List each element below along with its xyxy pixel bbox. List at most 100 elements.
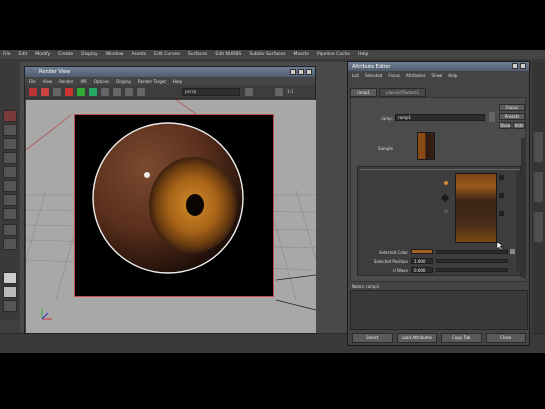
lasso-tool-icon[interactable] bbox=[3, 124, 17, 136]
rgb-channel-icon[interactable] bbox=[89, 88, 97, 96]
refresh-icon[interactable] bbox=[53, 88, 61, 96]
camera-dropdown[interactable]: persp bbox=[182, 88, 240, 96]
load-attributes-button[interactable]: Load Attributes bbox=[396, 333, 437, 343]
ramp-gradient[interactable] bbox=[455, 173, 497, 243]
ae-menu-help[interactable]: Help bbox=[448, 73, 457, 78]
ae-menu-list[interactable]: List bbox=[352, 73, 359, 78]
rv-menu-display[interactable]: Display bbox=[116, 79, 131, 84]
selected-position-slider[interactable] bbox=[436, 259, 508, 263]
redo-render-icon[interactable] bbox=[29, 88, 37, 96]
ramp-position-handle-icon[interactable] bbox=[444, 209, 448, 213]
menu-file[interactable]: File bbox=[3, 52, 11, 57]
u-wave-field[interactable]: 0.000 bbox=[411, 267, 433, 273]
ramp-delete-icon[interactable] bbox=[499, 211, 504, 216]
show-button[interactable]: Show bbox=[499, 122, 511, 129]
attribute-editor-buttons: Select Load Attributes Copy Tab Close bbox=[350, 333, 528, 343]
menu-edit-nurbs[interactable]: Edit NURBS bbox=[215, 52, 241, 57]
notes-field[interactable] bbox=[350, 290, 528, 330]
menu-subdiv-surfaces[interactable]: Subdiv Surfaces bbox=[249, 52, 285, 57]
menu-modify[interactable]: Modify bbox=[35, 52, 50, 57]
bottom-letterbox bbox=[0, 353, 545, 409]
selected-color-slider[interactable] bbox=[436, 250, 508, 254]
rv-menu-help[interactable]: Help bbox=[173, 79, 182, 84]
close-button[interactable]: Close bbox=[485, 333, 526, 343]
move-tool-icon[interactable] bbox=[3, 152, 17, 164]
navigate-arrows-icon[interactable] bbox=[489, 112, 495, 122]
layout-preset-icon[interactable] bbox=[3, 272, 17, 284]
hide-button[interactable]: Hide bbox=[513, 122, 525, 129]
ipr-icon[interactable] bbox=[41, 88, 49, 96]
paint-select-icon[interactable] bbox=[3, 138, 17, 150]
menu-assets[interactable]: Assets bbox=[131, 52, 146, 57]
copy-tab-button[interactable]: Copy Tab bbox=[441, 333, 482, 343]
rendered-image[interactable] bbox=[74, 114, 274, 297]
tool-settings-tab[interactable] bbox=[534, 212, 543, 242]
channel-box-tab[interactable] bbox=[534, 132, 543, 162]
selected-color-swatch[interactable] bbox=[411, 249, 433, 254]
keep-image-icon[interactable] bbox=[125, 88, 133, 96]
rotate-tool-icon[interactable] bbox=[3, 166, 17, 178]
ramp-delete-icon[interactable] bbox=[499, 193, 504, 198]
presets-button[interactable]: Presets bbox=[499, 113, 525, 120]
u-wave-slider[interactable] bbox=[436, 268, 508, 272]
last-tool-icon[interactable] bbox=[3, 208, 17, 220]
menu-surfaces[interactable]: Surfaces bbox=[188, 52, 208, 57]
snapshot-icon[interactable] bbox=[77, 88, 85, 96]
ae-menu-show[interactable]: Show bbox=[432, 73, 443, 78]
ae-menu-selected[interactable]: Selected bbox=[365, 73, 382, 78]
focus-button[interactable]: Focus bbox=[499, 104, 525, 111]
toolbox bbox=[0, 60, 20, 320]
dropdown-arrow-icon[interactable] bbox=[245, 88, 253, 96]
attribute-editor-tab[interactable] bbox=[534, 172, 543, 202]
ae-menu-attributes[interactable]: Attributes bbox=[406, 73, 426, 78]
attribute-editor-titlebar[interactable]: Attribute Editor bbox=[348, 62, 529, 71]
render-view-titlebar[interactable]: Render View bbox=[25, 67, 315, 77]
tab-place2dtexture1[interactable]: place2dTexture1 bbox=[379, 88, 427, 97]
layout-grid-icon[interactable] bbox=[3, 286, 17, 298]
attribute-scrollbar[interactable] bbox=[521, 138, 526, 278]
region-icon[interactable] bbox=[65, 88, 73, 96]
minimize-icon[interactable] bbox=[290, 69, 296, 75]
ae-close-icon[interactable] bbox=[520, 63, 526, 69]
menu-edit-curves[interactable]: Edit Curves bbox=[154, 52, 180, 57]
rv-menu-render[interactable]: Render bbox=[59, 79, 73, 84]
ae-minimize-icon[interactable] bbox=[512, 63, 518, 69]
menu-pipeline-cache[interactable]: Pipeline Cache bbox=[317, 52, 350, 57]
rv-menu-file[interactable]: File bbox=[29, 79, 36, 84]
render-canvas[interactable] bbox=[26, 100, 316, 333]
rv-menu-view[interactable]: View bbox=[43, 79, 53, 84]
menu-help[interactable]: Help bbox=[358, 52, 368, 57]
menu-create[interactable]: Create bbox=[58, 52, 73, 57]
u-wave-label: U Wave bbox=[392, 268, 408, 273]
scale-tool-icon[interactable] bbox=[3, 180, 17, 192]
rv-menu-options[interactable]: Options bbox=[94, 79, 109, 84]
select-tool-icon[interactable] bbox=[3, 110, 17, 122]
zoom-icon[interactable] bbox=[275, 88, 283, 96]
ramp-color-handle-icon[interactable] bbox=[444, 181, 448, 185]
layout-single-icon[interactable] bbox=[3, 224, 17, 236]
map-button-icon[interactable] bbox=[510, 249, 515, 254]
alpha-channel-icon[interactable] bbox=[101, 88, 109, 96]
attribute-editor-window: Attribute Editor List Selected Focus Att… bbox=[347, 61, 530, 346]
select-button[interactable]: Select bbox=[352, 333, 393, 343]
ramp-name-field[interactable]: ramp1 bbox=[395, 114, 485, 121]
outliner-icon[interactable] bbox=[3, 300, 17, 312]
manipulator-icon[interactable] bbox=[3, 194, 17, 206]
close-icon[interactable] bbox=[306, 69, 312, 75]
maximize-icon[interactable] bbox=[298, 69, 304, 75]
menu-window[interactable]: Window bbox=[106, 52, 124, 57]
layout-four-icon[interactable] bbox=[3, 238, 17, 250]
selected-position-field[interactable]: 1.000 bbox=[411, 258, 433, 264]
ae-menu-focus[interactable]: Focus bbox=[388, 73, 399, 78]
menu-muscle[interactable]: Muscle bbox=[293, 52, 309, 57]
tab-ramp1[interactable]: ramp1 bbox=[350, 88, 378, 97]
rv-menu-ipr[interactable]: IPR bbox=[80, 79, 86, 84]
menu-edit[interactable]: Edit bbox=[19, 52, 28, 57]
remove-image-icon[interactable] bbox=[137, 88, 145, 96]
menu-display[interactable]: Display bbox=[81, 52, 98, 57]
ramp-editor-panel[interactable]: Selected Color Selected Position 1.000 U… bbox=[357, 166, 521, 276]
real-size-icon[interactable] bbox=[113, 88, 121, 96]
rv-menu-render-target[interactable]: Render Target bbox=[138, 79, 166, 84]
ramp-selected-handle-icon[interactable] bbox=[440, 193, 450, 203]
ramp-delete-icon[interactable] bbox=[499, 175, 504, 180]
